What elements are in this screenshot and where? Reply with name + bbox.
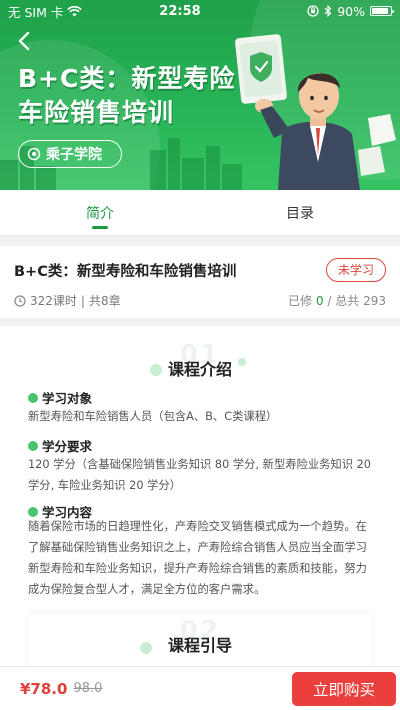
battery-icon [370, 6, 394, 16]
lesson-count: 322课时 [30, 294, 77, 308]
purchase-bar: ¥78.0 98.0 立即购买 [0, 666, 400, 710]
academy-logo-text: 乘子学院 [46, 147, 102, 163]
tab-intro-label: 简介 [86, 205, 114, 222]
credit-text: 120 学分（含基础保险销售业务知识 80 学分, 新型寿险业务知识 20 学分… [28, 458, 371, 492]
detail-tabs: 简介 目录 [0, 190, 400, 236]
back-arrow-icon[interactable] [12, 28, 38, 54]
battery-percent: 90% [337, 3, 365, 19]
intro-section-title: 课程介绍 [167, 360, 232, 379]
banner-title-line2: 车险销售培训 [18, 98, 175, 127]
status-bar: 无 SIM 卡 22:58 90% [0, 0, 400, 22]
course-banner: 无 SIM 卡 22:58 90% B+C类：新型寿险 车险销售培训 乘子学院 [0, 0, 400, 190]
guide-section-heading: 02 课程引导 [28, 616, 372, 660]
chapter-count: 共8章 [88, 294, 121, 308]
credit-heading: 学分要求 [28, 436, 99, 455]
businessman-illustration [235, 34, 396, 190]
orientation-lock-icon [307, 5, 319, 17]
credit-heading-text: 学分要求 [42, 436, 99, 455]
buy-now-button[interactable]: 立即购买 [292, 672, 396, 706]
carrier-text: 无 SIM 卡 [8, 4, 64, 20]
tab-catalog-label: 目录 [286, 205, 314, 222]
audience-text: 新型寿险和车险销售人员（包含A、B、C类课程） [28, 410, 278, 423]
bluetooth-icon [324, 5, 332, 17]
audience-heading: 学习对象 [28, 388, 99, 407]
intro-section-heading: 01 课程介绍 [0, 340, 400, 384]
banner-title: B+C类：新型寿险 车险销售培训 [18, 62, 235, 130]
course-intro-section: 01 课程介绍 学习对象 新型寿险和车险销售人员（包含A、B、C类课程） 学分要… [0, 326, 400, 666]
bullet-dot [28, 440, 38, 451]
bullet-dot [28, 392, 38, 403]
meta-separator: | [80, 293, 85, 308]
tab-active-indicator [92, 226, 108, 229]
current-price: ¥78.0 [20, 679, 68, 698]
tab-intro[interactable]: 简介 [0, 190, 200, 235]
course-title: B+C类：新型寿险和车险销售培训 [14, 264, 237, 280]
tab-catalog[interactable]: 目录 [200, 190, 400, 235]
progress-total: / 总共 293 [327, 294, 386, 308]
bullet-dot [28, 506, 38, 517]
progress-done: 0 [315, 294, 324, 308]
academy-logo: 乘子学院 [18, 140, 122, 168]
study-progress: 已修 0 / 总共 293 [288, 292, 386, 309]
clock-icon [14, 294, 26, 307]
original-price: 98.0 [73, 681, 103, 696]
guide-section-card: 02 课程引导 [28, 614, 372, 666]
course-info-card: B+C类：新型寿险和车险销售培训 未学习 322课时 | 共8章 已修 0 / … [0, 246, 400, 318]
wifi-icon [67, 5, 83, 16]
study-status-badge: 未学习 [325, 258, 386, 282]
course-meta: 322课时 | 共8章 [14, 292, 121, 309]
audience-heading-text: 学习对象 [42, 388, 99, 407]
banner-title-line1: B+C类：新型寿险 [18, 64, 236, 93]
academy-logo-icon [27, 147, 41, 161]
guide-section-title: 课程引导 [167, 636, 232, 655]
progress-prefix: 已修 [288, 294, 313, 308]
battery-level [372, 8, 389, 14]
content-text: 随着保险市场的日趋理性化，产寿险交叉销售模式成为一个趋势。在了解基础保险销售业务… [28, 520, 367, 596]
clock-time: 22:58 [159, 3, 201, 19]
